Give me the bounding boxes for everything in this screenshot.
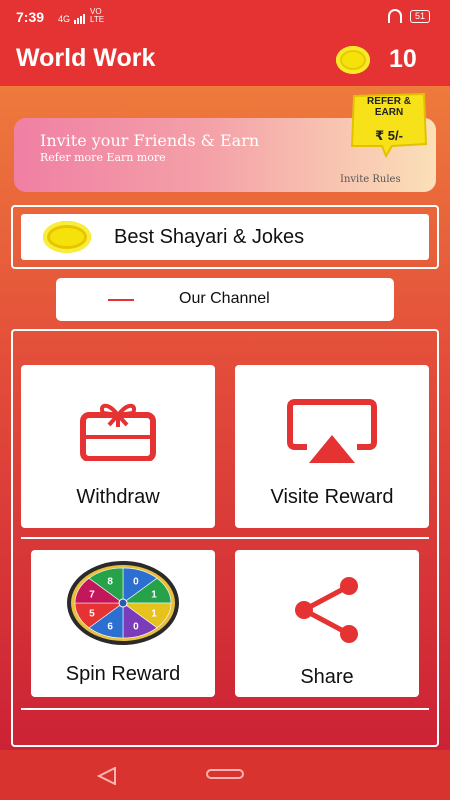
- back-icon[interactable]: [97, 767, 117, 785]
- shayari-label: Best Shayari & Jokes: [114, 226, 305, 248]
- wheel-number: 0: [133, 622, 139, 633]
- wheel-number: 0: [133, 576, 139, 587]
- spin-wheel-icon: 0 1 1 0 6 5 7 8: [67, 561, 179, 645]
- coin-icon: [43, 221, 91, 253]
- share-label: Share: [300, 666, 354, 688]
- refer-earn-badge[interactable]: REFER & EARN ₹ 5/-: [348, 92, 430, 159]
- share-card[interactable]: Share: [235, 550, 419, 697]
- dash-icon: [108, 299, 134, 301]
- share-icon: [295, 577, 358, 643]
- grid-divider: [21, 537, 429, 539]
- grid-divider: [21, 708, 429, 710]
- coin-balance: 10: [389, 45, 417, 73]
- invite-title: Invite your Friends & Earn: [40, 131, 260, 150]
- visit-reward-card[interactable]: Visite Reward: [235, 365, 429, 528]
- headset-icon: [387, 9, 402, 23]
- shayari-button[interactable]: Best Shayari & Jokes: [21, 214, 429, 260]
- spin-reward-card[interactable]: 0 1 1 0 6 5 7 8 Spin Reward: [31, 550, 215, 697]
- network-type: 4G: [58, 14, 71, 24]
- status-bar: 7:39 4G VO LTE 51: [0, 0, 450, 34]
- home-button[interactable]: [206, 769, 244, 779]
- volte-label: VO LTE: [90, 7, 105, 24]
- wheel-number: 1: [151, 590, 157, 601]
- withdraw-card[interactable]: Withdraw: [21, 365, 215, 528]
- invite-rules-link[interactable]: Invite Rules: [340, 174, 401, 185]
- status-time: 7:39: [16, 9, 45, 25]
- wheel-number: 6: [107, 622, 113, 633]
- signal-icon: 4G VO LTE: [58, 8, 108, 24]
- refer-badge-text: REFER & EARN: [367, 96, 411, 118]
- our-channel-button[interactable]: Our Channel: [56, 278, 394, 321]
- gift-card-icon: [80, 403, 156, 461]
- wheel-number: 5: [89, 608, 95, 619]
- withdraw-label: Withdraw: [76, 486, 160, 508]
- battery-icon: 51: [409, 9, 430, 23]
- wheel-number: 7: [89, 590, 95, 601]
- app-bar: World Work 10: [0, 34, 450, 86]
- invite-subtitle: Refer more Earn more: [40, 151, 166, 164]
- app-title: World Work: [16, 44, 156, 72]
- spin-reward-label: Spin Reward: [65, 663, 181, 685]
- wheel-number: 1: [151, 608, 157, 619]
- coin-icon: [336, 46, 370, 74]
- wheel-number: 8: [107, 576, 113, 587]
- visit-reward-label: Visite Reward: [270, 486, 394, 508]
- refer-badge-amount: ₹ 5/-: [375, 128, 403, 143]
- airplay-icon: [287, 399, 377, 463]
- our-channel-label: Our Channel: [179, 290, 270, 307]
